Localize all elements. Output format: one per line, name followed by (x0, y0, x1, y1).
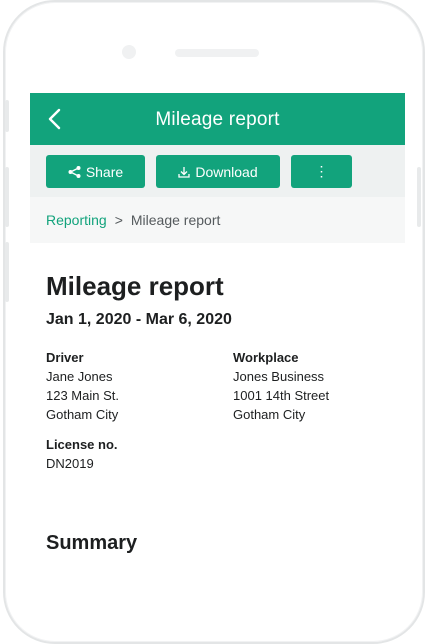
breadcrumb-separator-icon: > (114, 212, 123, 228)
driver-section: Driver Jane Jones 123 Main St. Gotham Ci… (46, 348, 119, 424)
breadcrumb-link-reporting[interactable]: Reporting (46, 212, 107, 228)
report-title: Mileage report (46, 271, 224, 301)
more-vertical-icon: ⋮ (314, 163, 329, 179)
workplace-street: 1001 14th Street (233, 388, 330, 403)
page-title: Mileage report (155, 109, 280, 130)
download-label: Download (195, 163, 258, 180)
license-label: License no. (46, 437, 118, 452)
phone-mute-switch (5, 100, 9, 132)
driver-label: Driver (46, 350, 84, 365)
workplace-label: Workplace (233, 350, 299, 365)
driver-city: Gotham City (46, 407, 119, 422)
report-content: Mileage report Jan 1, 2020 - Mar 6, 2020… (30, 243, 405, 571)
driver-street: 123 Main St. (46, 388, 119, 403)
phone-volume-down (5, 242, 9, 302)
share-icon (68, 165, 81, 178)
share-button[interactable]: Share (46, 155, 145, 188)
breadcrumb-current: Mileage report (130, 212, 221, 228)
action-toolbar: Share Download ⋮ (30, 145, 405, 197)
workplace-name: Jones Business (233, 369, 325, 384)
phone-speaker (175, 49, 259, 57)
download-icon (178, 166, 191, 178)
license-section: License no. DN2019 (46, 435, 118, 473)
phone-power-button (417, 167, 421, 227)
driver-name: Jane Jones (46, 369, 113, 384)
workplace-city: Gotham City (233, 407, 306, 422)
report-date-range: Jan 1, 2020 - Mar 6, 2020 (46, 311, 232, 328)
app-bar: Mileage report (30, 93, 405, 145)
license-value: DN2019 (46, 456, 94, 471)
summary-heading: Summary (46, 532, 138, 554)
phone-camera (122, 45, 136, 59)
breadcrumb: Reporting > Mileage report (30, 197, 405, 243)
share-label: Share (85, 163, 124, 180)
download-button[interactable]: Download (156, 155, 280, 188)
phone-volume-up (5, 167, 9, 227)
phone-frame: Mileage report Share Download ⋮ Reportin… (3, 0, 425, 644)
app-screen: Mileage report Share Download ⋮ Reportin… (30, 93, 405, 571)
workplace-section: Workplace Jones Business 1001 14th Stree… (233, 348, 329, 424)
more-options-button[interactable]: ⋮ (291, 155, 352, 188)
